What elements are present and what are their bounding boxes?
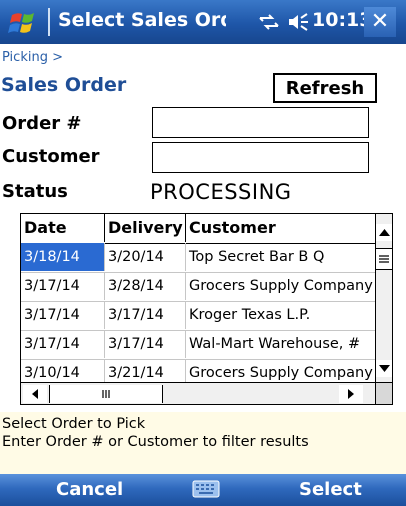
cell-delivery[interactable]: 3/28/14 <box>105 272 186 300</box>
info-line-2: Enter Order # or Customer to filter resu… <box>2 434 309 450</box>
sales-order-grid[interactable]: Date Delivery Customer 3/18/14 3/20/14 T… <box>20 213 393 405</box>
section-title: Sales Order <box>1 74 127 96</box>
arrow-down-icon <box>379 365 390 372</box>
arrow-right-icon <box>348 389 354 399</box>
grip-icon <box>102 390 110 398</box>
window-title: Select Sales Order <box>58 9 226 31</box>
screen: Select Sales Order 10:13 ✕ Picking > Sal… <box>0 0 406 506</box>
keyboard-icon <box>192 480 220 498</box>
title-bar: Select Sales Order 10:13 ✕ <box>0 0 406 44</box>
status-label: Status <box>2 181 68 202</box>
table-row[interactable]: 3/17/14 3/17/14 Wal-Mart Warehouse, # <box>21 330 375 360</box>
cell-date[interactable]: 3/17/14 <box>21 272 105 300</box>
scroll-right-button[interactable] <box>339 385 363 403</box>
select-button[interactable]: Select <box>299 474 362 506</box>
vertical-scrollbar[interactable] <box>375 214 392 382</box>
cell-date[interactable]: 3/17/14 <box>21 330 105 358</box>
scrollbar-corner <box>375 382 392 404</box>
grid-header: Date Delivery Customer <box>21 214 375 244</box>
cancel-button[interactable]: Cancel <box>56 474 123 506</box>
cell-customer[interactable]: Wal-Mart Warehouse, # <box>186 330 375 358</box>
column-header-date[interactable]: Date <box>21 214 105 242</box>
cell-delivery[interactable]: 3/20/14 <box>105 243 186 271</box>
table-row[interactable]: 3/17/14 3/28/14 Grocers Supply Company <box>21 272 375 302</box>
connectivity-icon[interactable] <box>258 13 280 31</box>
column-header-customer[interactable]: Customer <box>186 214 375 242</box>
refresh-button[interactable]: Refresh <box>273 73 377 103</box>
arrow-left-icon <box>32 389 38 399</box>
close-icon: ✕ <box>370 9 390 34</box>
breadcrumb[interactable]: Picking > <box>2 50 63 65</box>
column-header-delivery[interactable]: Delivery <box>105 214 186 242</box>
volume-icon[interactable] <box>287 12 309 32</box>
table-row[interactable]: 3/17/14 3/17/14 Kroger Texas L.P. <box>21 301 375 331</box>
status-value: PROCESSING <box>150 180 292 204</box>
scroll-down-button[interactable] <box>376 360 392 377</box>
customer-label: Customer <box>2 146 100 167</box>
windows-logo-icon[interactable] <box>8 6 40 38</box>
vertical-scroll-thumb[interactable] <box>376 248 392 270</box>
cell-date[interactable]: 3/18/14 <box>21 243 105 271</box>
cell-delivery[interactable]: 3/17/14 <box>105 330 186 358</box>
cell-delivery[interactable]: 3/17/14 <box>105 301 186 329</box>
close-button[interactable]: ✕ <box>364 7 396 37</box>
cell-date[interactable]: 3/17/14 <box>21 301 105 329</box>
info-panel: Select Order to Pick Enter Order # or Cu… <box>0 412 406 474</box>
cell-customer[interactable]: Kroger Texas L.P. <box>186 301 375 329</box>
order-number-input[interactable] <box>152 107 369 138</box>
grip-icon <box>379 255 389 263</box>
horizontal-scrollbar[interactable] <box>21 382 375 404</box>
info-line-1: Select Order to Pick <box>2 416 146 432</box>
scroll-left-button[interactable] <box>23 385 47 403</box>
customer-input[interactable] <box>152 142 369 173</box>
keyboard-button[interactable] <box>190 477 222 501</box>
scroll-up-button[interactable] <box>376 224 392 241</box>
cell-customer[interactable]: Grocers Supply Company <box>186 272 375 300</box>
table-row[interactable]: 3/18/14 3/20/14 Top Secret Bar B Q <box>21 243 375 273</box>
horizontal-scroll-thumb[interactable] <box>49 385 163 403</box>
cell-customer[interactable]: Top Secret Bar B Q <box>186 243 375 271</box>
arrow-up-icon <box>379 229 390 236</box>
title-separator <box>48 8 50 36</box>
order-number-label: Order # <box>2 113 82 134</box>
softkey-bar: Cancel Select <box>0 474 406 506</box>
